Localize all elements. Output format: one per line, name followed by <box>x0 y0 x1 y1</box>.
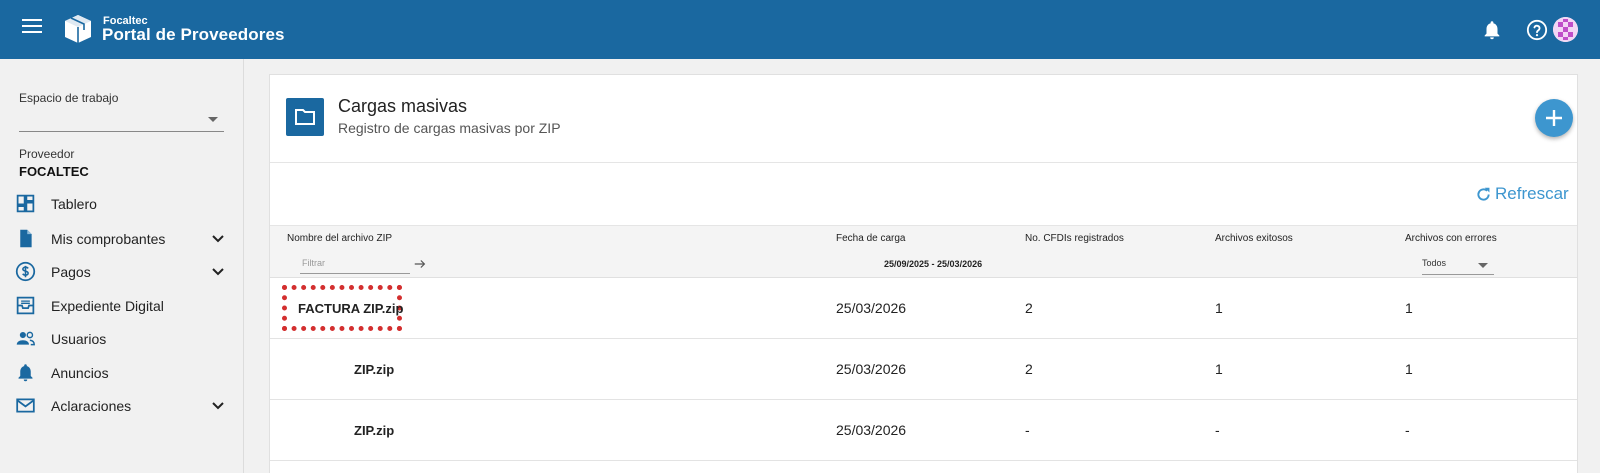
sidebar-item-anuncios[interactable]: Anuncios <box>0 358 243 388</box>
inbox-tray-icon <box>16 296 35 315</box>
column-header-errors[interactable]: Archivos con errores <box>1405 233 1497 244</box>
sidebar-item-label: Pagos <box>51 264 91 280</box>
mail-icon <box>16 398 35 413</box>
cube-logo-icon <box>65 15 91 43</box>
upload-date: 25/03/2026 <box>836 361 907 377</box>
chevron-down-icon <box>212 402 224 410</box>
dashboard-icon <box>16 194 35 213</box>
zip-file-name[interactable]: ZIP.zip <box>354 362 394 377</box>
success-count: 1 <box>1215 361 1223 377</box>
card-divider <box>270 162 1577 163</box>
column-header-zip-name[interactable]: Nombre del archivo ZIP <box>287 233 392 244</box>
sidebar: Espacio de trabajo Proveedor FOCALTEC Ta… <box>0 59 244 473</box>
table-row[interactable]: ZIP.zip 25/03/2026 - - - <box>270 401 1577 461</box>
date-range-filter[interactable]: 25/09/2025 - 25/03/2026 <box>884 259 982 269</box>
table-row[interactable]: ZIP.zip 25/03/2026 2 1 1 <box>270 340 1577 400</box>
help-icon[interactable] <box>1526 19 1548 41</box>
table-filter-row: 25/09/2025 - 25/03/2026 Todos <box>270 250 1577 278</box>
dropdown-caret-icon <box>208 117 218 122</box>
errors-status-select[interactable]: Todos <box>1422 254 1494 275</box>
chevron-down-icon <box>212 268 224 276</box>
column-header-cfdis[interactable]: No. CFDIs registrados <box>1025 233 1124 244</box>
errors-count: 1 <box>1405 361 1413 377</box>
folder-icon <box>295 109 315 125</box>
sidebar-item-label: Anuncios <box>51 365 109 381</box>
status-select-value: Todos <box>1422 258 1447 268</box>
sidebar-item-label: Aclaraciones <box>51 398 132 414</box>
zip-file-name[interactable]: ZIP.zip <box>354 423 394 438</box>
cfdis-count: - <box>1025 422 1030 438</box>
sidebar-item-label: Tablero <box>51 196 97 212</box>
sidebar-item-mis-comprobantes[interactable]: Mis comprobantes <box>0 224 243 254</box>
users-icon <box>16 331 35 346</box>
workspace-select[interactable] <box>19 109 224 132</box>
column-header-upload-date[interactable]: Fecha de carga <box>836 233 906 244</box>
bell-icon <box>18 364 33 382</box>
sidebar-item-aclaraciones[interactable]: Aclaraciones <box>0 391 243 421</box>
upload-date: 25/03/2026 <box>836 422 907 438</box>
upload-date: 25/03/2026 <box>836 300 907 316</box>
provider-value: FOCALTEC <box>19 164 89 179</box>
sidebar-item-tablero[interactable]: Tablero <box>0 189 243 219</box>
menu-icon[interactable] <box>22 19 42 37</box>
success-count: - <box>1215 422 1220 438</box>
workspace-label: Espacio de trabajo <box>19 91 119 105</box>
refresh-icon <box>1477 187 1490 201</box>
table-row[interactable]: FACTURA ZIP.zip 25/03/2026 2 1 1 <box>270 279 1577 339</box>
page-subtitle: Registro de cargas masivas por ZIP <box>338 120 561 136</box>
sidebar-item-label: Usuarios <box>51 331 107 347</box>
zip-file-name[interactable]: FACTURA ZIP.zip <box>298 301 403 316</box>
sidebar-item-pagos[interactable]: Pagos <box>0 257 243 287</box>
dropdown-caret-icon <box>1478 263 1488 268</box>
bell-icon[interactable] <box>1481 19 1503 41</box>
document-icon <box>20 229 32 248</box>
filter-input[interactable] <box>300 252 410 274</box>
page-title: Cargas masivas <box>338 96 468 116</box>
sidebar-item-label: Expediente Digital <box>51 298 164 314</box>
sidebar-item-usuarios[interactable]: Usuarios <box>0 324 243 354</box>
avatar-pattern-icon <box>1553 17 1578 42</box>
table-header: Nombre del archivo ZIP Fecha de carga No… <box>270 225 1577 250</box>
cfdis-count: 2 <box>1025 300 1033 316</box>
errors-count: 1 <box>1405 300 1413 316</box>
top-app-bar: Focaltec Portal de Proveedores <box>0 0 1600 59</box>
dollar-circle-icon <box>15 261 36 282</box>
sidebar-item-expediente-digital[interactable]: Expediente Digital <box>0 291 243 321</box>
chevron-down-icon <box>212 235 224 243</box>
success-count: 1 <box>1215 300 1223 316</box>
avatar[interactable] <box>1553 17 1578 42</box>
column-header-success[interactable]: Archivos exitosos <box>1215 233 1293 244</box>
refresh-label: Refrescar <box>1495 184 1569 203</box>
plus-icon <box>1546 110 1562 126</box>
arrow-right-icon[interactable] <box>413 257 427 271</box>
sidebar-item-label: Mis comprobantes <box>51 231 166 247</box>
card-icon-box <box>286 98 324 136</box>
bulk-uploads-card: Cargas masivas Registro de cargas masiva… <box>269 74 1578 473</box>
errors-count: - <box>1405 422 1410 438</box>
cfdis-count: 2 <box>1025 361 1033 377</box>
brand-portal-name: Portal de Proveedores <box>102 25 285 44</box>
provider-label: Proveedor <box>19 147 75 161</box>
add-upload-button[interactable] <box>1535 99 1573 137</box>
